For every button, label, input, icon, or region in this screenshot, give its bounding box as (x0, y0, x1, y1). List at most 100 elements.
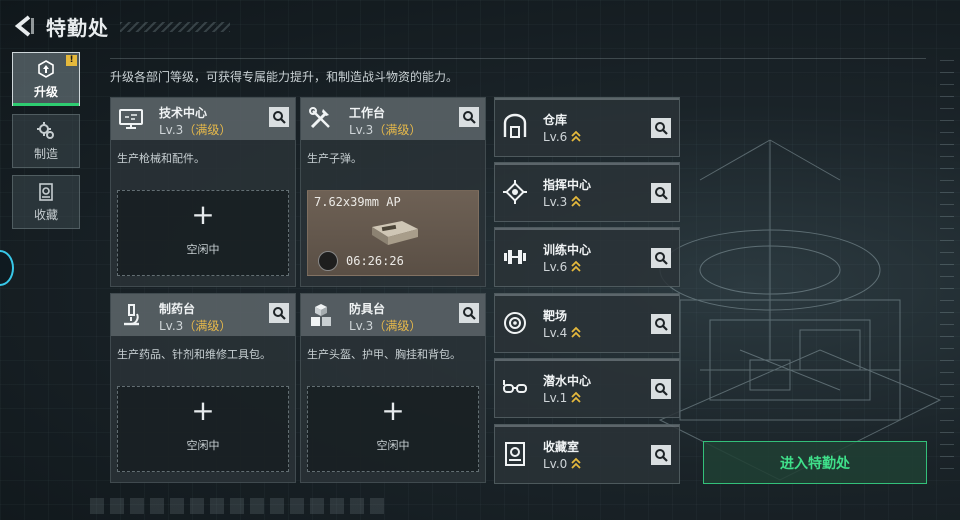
facility-level: Lv.6 (543, 260, 581, 274)
bottom-decoration (90, 498, 390, 514)
card-name: 工作台 (349, 106, 386, 120)
page-description: 升级各部门等级，可获得专属能力提升，和制造战斗物资的能力。 (110, 70, 459, 84)
search-icon (463, 111, 476, 124)
details-button[interactable] (651, 379, 671, 399)
card-description: 生产药品、针剂和维修工具包。 (117, 348, 271, 361)
timer-icon (318, 251, 338, 271)
upgrade-available-icon (571, 391, 581, 403)
details-button[interactable] (459, 107, 479, 127)
search-icon (655, 122, 668, 135)
dumbbell-icon (504, 250, 526, 264)
upgrade-available-icon (571, 457, 581, 469)
tab-collection[interactable]: 收藏 (12, 175, 80, 229)
facility-name: 靶场 (543, 309, 568, 323)
monitor-icon (119, 109, 143, 129)
back-button[interactable] (12, 14, 34, 38)
search-icon (655, 252, 668, 265)
upgrade-icon (38, 59, 54, 78)
facility-level: Lv.4 (543, 326, 581, 340)
card-description: 生产枪械和配件。 (117, 152, 205, 165)
tab-manufacture-label: 制造 (33, 146, 58, 161)
facility-name: 收藏室 (543, 440, 580, 454)
card-name: 技术中心 (159, 106, 208, 120)
details-button[interactable] (269, 107, 289, 127)
max-level-label: （满级） (373, 319, 422, 333)
search-icon (273, 111, 286, 124)
plus-icon: + (191, 394, 215, 427)
upgrade-available-icon (571, 130, 581, 142)
microscope-icon (124, 304, 139, 326)
upgrade-available-icon (571, 195, 581, 207)
card-header: 工作台 Lv.3（满级） (301, 98, 485, 140)
card-header: 制药台 Lv.3（满级） (111, 294, 295, 336)
tools-icon (309, 107, 330, 129)
facility-item-training-center[interactable]: 训练中心 Lv.6 (494, 227, 680, 287)
search-icon (655, 318, 668, 331)
facility-card-armor-bench: 防具台 Lv.3（满级） 生产头盔、护甲、胸挂和背包。 + 空闲中 (300, 293, 486, 483)
plus-icon: + (191, 198, 215, 231)
facility-item-shooting-range[interactable]: 靶场 Lv.4 (494, 293, 680, 353)
details-button[interactable] (651, 248, 671, 268)
facility-item-collection-room[interactable]: 收藏室 Lv.0 (494, 424, 680, 484)
idle-production-slot[interactable]: + 空闲中 (307, 386, 479, 472)
card-level: Lv.3（满级） (349, 123, 422, 137)
facility-name: 仓库 (543, 113, 568, 127)
enter-special-ops-button[interactable]: 进入特勤处 (703, 441, 927, 484)
target-icon (504, 312, 526, 334)
tab-collection-label: 收藏 (33, 207, 58, 222)
card-header: 防具台 Lv.3（满级） (301, 294, 485, 336)
edge-tick-marks (940, 60, 954, 480)
details-button[interactable] (459, 303, 479, 323)
plus-icon: + (381, 394, 405, 427)
facility-card-pharmacy: 制药台 Lv.3（满级） 生产药品、针剂和维修工具包。 + 空闲中 (110, 293, 296, 483)
facility-name: 潜水中心 (543, 374, 592, 388)
chip-icon (503, 180, 527, 204)
facility-card-tech-center: 技术中心 Lv.3（满级） 生产枪械和配件。 + 空闲中 (110, 97, 296, 287)
goggles-icon (503, 380, 527, 393)
details-button[interactable] (651, 314, 671, 334)
collection-icon (39, 182, 53, 201)
ammo-box-icon (372, 221, 418, 245)
facility-level: Lv.6 (543, 130, 581, 144)
cubes-icon (311, 304, 331, 326)
gears-icon (37, 121, 54, 139)
details-button[interactable] (651, 445, 671, 465)
idle-production-slot[interactable]: + 空闲中 (117, 190, 289, 276)
idle-production-slot[interactable]: + 空闲中 (117, 386, 289, 472)
active-production-slot[interactable]: 7.62x39mm AP 06:26:26 (307, 190, 479, 276)
facility-card-workbench: 工作台 Lv.3（满级） 生产子弹。 7.62x39mm AP 06:26:26 (300, 97, 486, 287)
facility-name: 训练中心 (543, 243, 592, 257)
details-button[interactable] (269, 303, 289, 323)
facility-item-diving-center[interactable]: 潜水中心 Lv.1 (494, 358, 680, 418)
vault-icon (505, 442, 525, 466)
facility-item-command-center[interactable]: 指挥中心 Lv.3 (494, 162, 680, 222)
max-level-label: （满级） (183, 319, 232, 333)
card-level: Lv.3（满级） (159, 319, 232, 333)
max-level-label: （满级） (183, 123, 232, 137)
card-description: 生产子弹。 (307, 152, 362, 165)
details-button[interactable] (651, 183, 671, 203)
details-button[interactable] (651, 118, 671, 138)
title-decoration (120, 22, 230, 32)
tab-manufacture[interactable]: 制造 (12, 114, 80, 168)
tab-upgrade[interactable]: ! 升级 (12, 52, 80, 106)
tab-upgrade-label: 升级 (33, 84, 58, 99)
production-item-name: 7.62x39mm AP (314, 195, 401, 209)
search-icon (463, 307, 476, 320)
slot-status: 空闲中 (376, 439, 410, 452)
search-icon (655, 383, 668, 396)
card-description: 生产头盔、护甲、胸挂和背包。 (307, 348, 461, 361)
card-level: Lv.3（满级） (349, 319, 422, 333)
upgrade-available-icon (571, 260, 581, 272)
slot-status: 空闲中 (186, 243, 220, 256)
facility-name: 指挥中心 (543, 178, 592, 192)
card-header: 技术中心 Lv.3（满级） (111, 98, 295, 140)
notice-badge: ! (66, 55, 77, 66)
search-icon (655, 449, 668, 462)
facility-item-warehouse[interactable]: 仓库 Lv.6 (494, 97, 680, 157)
card-level: Lv.3（满级） (159, 123, 232, 137)
page-title: 特勤处 (46, 16, 109, 40)
card-name: 防具台 (349, 302, 386, 316)
header-divider (110, 58, 926, 59)
search-icon (655, 187, 668, 200)
